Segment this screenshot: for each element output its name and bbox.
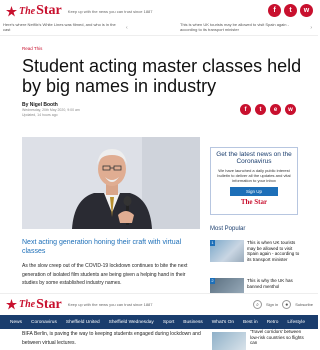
chevron-right-icon[interactable]: › bbox=[310, 25, 312, 31]
popular-title: This is when UK tourists may be allowed … bbox=[247, 240, 300, 262]
nav-sheffield-united[interactable]: Sheffield United bbox=[66, 320, 100, 325]
popular-rank: 1 bbox=[210, 240, 215, 246]
popular-item[interactable]: 1 This is when UK tourists may be allowe… bbox=[210, 240, 305, 262]
section-label[interactable]: Read This bbox=[22, 46, 42, 51]
logo-prefix: The bbox=[19, 5, 36, 17]
sticky-header: The Star Keep up with the news you can t… bbox=[0, 293, 318, 315]
share-whatsapp-icon[interactable]: w bbox=[285, 104, 296, 115]
newsletter-signup-button[interactable]: Sign Up bbox=[230, 187, 278, 196]
star-logo-icon bbox=[6, 299, 17, 310]
nav-business[interactable]: Business bbox=[183, 320, 202, 325]
search-icon[interactable]: ⌕ bbox=[252, 300, 262, 309]
updated-date: Updated, 14 hours ago bbox=[22, 113, 58, 117]
account-actions: ⌕ Sign in ● Subscribe bbox=[252, 300, 313, 309]
ticker-item[interactable]: This is when UK tourists may be allowed … bbox=[180, 22, 300, 35]
byline: By Nigel Booth Wednesday, 20th May 2020,… bbox=[22, 102, 80, 118]
nav-news[interactable]: News bbox=[10, 320, 22, 325]
ticker-item[interactable]: Here's where Netflix's White Lines was f… bbox=[3, 22, 123, 35]
user-icon[interactable]: ● bbox=[282, 300, 292, 309]
most-popular-heading: Most Popular bbox=[210, 226, 246, 232]
nav-sheffield-wednesday[interactable]: Sheffield Wednesday bbox=[109, 320, 154, 325]
site-header: The Star Keep up with the news you can t… bbox=[0, 0, 318, 22]
nav-retro[interactable]: Retro bbox=[267, 320, 279, 325]
news-ticker: Here's where Netflix's White Lines was f… bbox=[0, 22, 318, 36]
article-subheading[interactable]: Next acting generation honing their craf… bbox=[22, 239, 200, 256]
signin-link[interactable]: Sign in bbox=[266, 302, 278, 307]
share-buttons: f t e w bbox=[240, 104, 296, 115]
logo-name: Star bbox=[36, 296, 62, 312]
newsletter-text: We have launched a daily public interest… bbox=[217, 168, 291, 183]
share-facebook-icon[interactable]: f bbox=[240, 104, 251, 115]
speaker-photo-illustration bbox=[22, 137, 200, 229]
logo-name: Star bbox=[36, 3, 62, 18]
sticky-tagline: Keep up with the news you can trust sinc… bbox=[67, 302, 153, 307]
site-logo[interactable]: The Star bbox=[6, 3, 62, 19]
sticky-logo[interactable]: The Star bbox=[6, 297, 62, 313]
newsletter-title: Get the latest news on the Coronavirus bbox=[216, 151, 292, 165]
popular-thumbnail bbox=[210, 240, 244, 262]
logo-prefix: The bbox=[19, 299, 36, 310]
page: The Star Keep up with the news you can t… bbox=[0, 0, 318, 350]
nav-lifestyle[interactable]: Lifestyle bbox=[287, 320, 305, 325]
popular-rank: 2 bbox=[210, 278, 215, 284]
popular-thumbnail bbox=[212, 332, 246, 350]
chevron-left-icon[interactable]: ‹ bbox=[126, 25, 128, 31]
article-headline: Student acting master classes held by bi… bbox=[22, 56, 302, 96]
article-body-continued: BIFA Berlin, is paving the way to keepin… bbox=[22, 331, 201, 346]
newsletter-logo: The Star bbox=[240, 198, 268, 206]
nav-sport[interactable]: Sport bbox=[163, 320, 174, 325]
whatsapp-icon[interactable]: w bbox=[300, 4, 313, 17]
star-logo-icon bbox=[6, 5, 17, 16]
nav-coronavirus[interactable]: Coronavirus bbox=[31, 320, 57, 325]
share-email-icon[interactable]: e bbox=[270, 104, 281, 115]
nav-whats-on[interactable]: What's On bbox=[212, 320, 234, 325]
article-photo bbox=[22, 137, 200, 229]
share-twitter-icon[interactable]: t bbox=[255, 104, 266, 115]
newsletter-box: Get the latest news on the Coronavirus W… bbox=[210, 147, 298, 215]
popular-title[interactable]: 'Travel corridors' between low-risk coun… bbox=[250, 329, 310, 346]
subscribe-link[interactable]: Subscribe bbox=[295, 302, 313, 307]
social-links: f t w bbox=[268, 4, 313, 17]
facebook-icon[interactable]: f bbox=[268, 4, 281, 17]
main-nav: News Coronavirus Sheffield United Sheffi… bbox=[0, 315, 318, 329]
nav-best-in[interactable]: Best in bbox=[243, 320, 258, 325]
article-body: As the slow creep out of the COVID-19 lo… bbox=[22, 263, 188, 286]
twitter-icon[interactable]: t bbox=[284, 4, 297, 17]
site-tagline: Keep up with the news you can trust sinc… bbox=[67, 8, 153, 14]
